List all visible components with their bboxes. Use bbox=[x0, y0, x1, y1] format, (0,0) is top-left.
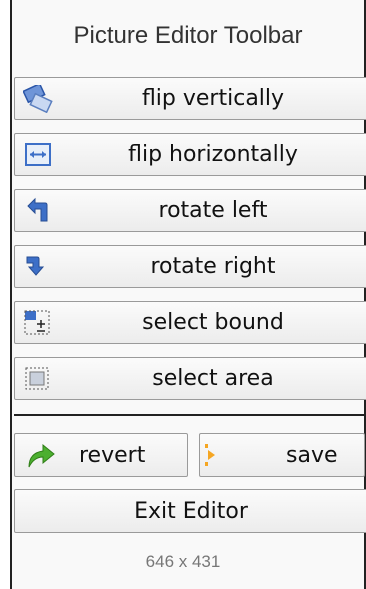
flip-vertically-button[interactable]: flip vertically bbox=[14, 77, 366, 120]
save-button[interactable]: save bbox=[199, 433, 365, 477]
select-bound-button[interactable]: select bound bbox=[14, 301, 366, 344]
rotate-left-icon bbox=[23, 197, 53, 225]
rotate-left-label: rotate left bbox=[158, 198, 268, 223]
flip-vertical-icon bbox=[22, 82, 53, 114]
flip-horizontally-button[interactable]: flip horizontally bbox=[14, 133, 366, 176]
rotate-right-label: rotate right bbox=[150, 254, 276, 279]
select-area-button[interactable]: select area bbox=[14, 357, 366, 400]
exit-editor-button[interactable]: Exit Editor bbox=[14, 489, 366, 533]
flip-horizontally-label: flip horizontally bbox=[128, 142, 298, 167]
rotate-right-icon bbox=[23, 253, 53, 281]
select-bound-label: select bound bbox=[142, 310, 284, 335]
save-icon bbox=[204, 442, 218, 468]
save-label: save bbox=[286, 442, 338, 468]
toolbar-title: Picture Editor Toolbar bbox=[73, 22, 303, 49]
revert-arrow-icon bbox=[25, 441, 57, 471]
select-area-icon bbox=[23, 365, 53, 393]
toolbar-divider bbox=[14, 414, 366, 416]
flip-vertically-label: flip vertically bbox=[141, 86, 285, 111]
rotate-right-button[interactable]: rotate right bbox=[14, 245, 366, 288]
image-dimensions: 646 x 431 bbox=[145, 552, 221, 571]
select-bound-icon bbox=[23, 309, 53, 337]
select-area-label: select area bbox=[152, 366, 274, 391]
rotate-left-button[interactable]: rotate left bbox=[14, 189, 366, 232]
flip-horizontal-icon bbox=[23, 141, 53, 169]
revert-button[interactable]: revert bbox=[14, 433, 188, 477]
revert-label: revert bbox=[79, 442, 146, 468]
